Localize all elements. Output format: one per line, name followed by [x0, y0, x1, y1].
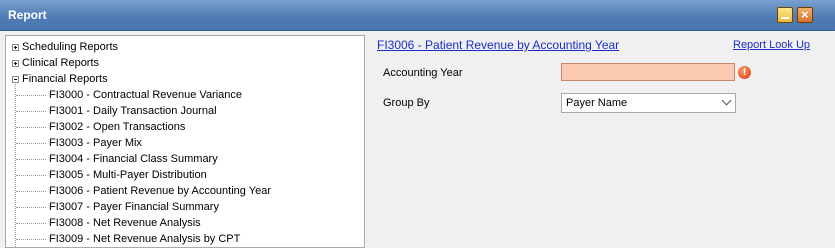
tree-branch-line	[16, 191, 46, 192]
tree-item-label: FI3001 - Daily Transaction Journal	[49, 105, 217, 117]
report-tree[interactable]: Scheduling Reports Clinical Reports Fina…	[5, 35, 365, 248]
tree-item-label: FI3008 - Net Revenue Analysis	[49, 217, 201, 229]
tree-branch-line	[16, 223, 46, 224]
selected-report-link[interactable]: FI3006 - Patient Revenue by Accounting Y…	[377, 38, 619, 52]
tree-item-label: FI3003 - Payer Mix	[49, 137, 142, 149]
chevron-down-icon[interactable]	[721, 95, 732, 106]
tree-item-label: FI3005 - Multi-Payer Distribution	[49, 169, 207, 181]
tree-item-label: FI3004 - Financial Class Summary	[49, 153, 218, 165]
expand-plus-icon[interactable]	[12, 44, 19, 51]
tree-branch-line	[16, 159, 46, 160]
report-lookup-link[interactable]: Report Look Up	[733, 39, 810, 51]
tree-branch-line	[16, 175, 46, 176]
report-window: Report × Scheduling Reports Clinical Rep…	[0, 0, 835, 248]
title-bar: Report ×	[0, 0, 835, 31]
group-by-select[interactable]: Payer Name	[561, 93, 736, 113]
close-icon: ×	[801, 7, 809, 22]
accounting-year-label: Accounting Year	[383, 67, 463, 79]
tree-branch-line	[16, 127, 46, 128]
tree-branch-line	[16, 207, 46, 208]
collapse-minus-icon[interactable]	[12, 76, 19, 83]
tree-item-label: FI3002 - Open Transactions	[49, 121, 186, 133]
tree-item-label: FI3009 - Net Revenue Analysis by CPT	[49, 233, 241, 245]
tree-branch-line	[16, 111, 46, 112]
tree-branch-line	[16, 143, 46, 144]
group-by-selected-value: Payer Name	[566, 97, 628, 109]
tree-branch-line	[16, 95, 46, 96]
close-button[interactable]: ×	[797, 7, 813, 23]
tree-item-label: FI3006 - Patient Revenue by Accounting Y…	[49, 185, 271, 197]
window-title: Report	[8, 8, 47, 22]
report-parameters-panel: FI3006 - Patient Revenue by Accounting Y…	[370, 35, 835, 248]
group-by-label: Group By	[383, 97, 430, 109]
tree-branch-line	[16, 239, 46, 240]
error-icon: !	[738, 66, 751, 79]
tree-item-label: FI3000 - Contractual Revenue Variance	[49, 89, 243, 101]
expand-plus-icon[interactable]	[12, 60, 19, 67]
tree-item-label: FI3007 - Payer Financial Summary	[49, 201, 219, 213]
minimize-button[interactable]	[777, 7, 793, 23]
accounting-year-input[interactable]	[561, 63, 735, 81]
